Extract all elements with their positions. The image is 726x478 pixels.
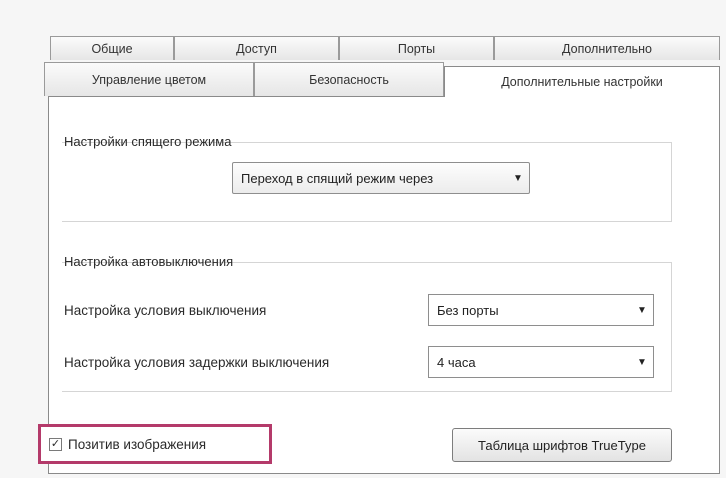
- image-positive-checkbox-highlight[interactable]: ✓ Позитив изображения: [38, 424, 272, 464]
- auto-off-title: Настройка автовыключения: [64, 254, 234, 269]
- chevron-down-icon: ▼: [637, 304, 647, 316]
- checkmark-icon: ✓: [50, 437, 61, 450]
- sleep-mode-select[interactable]: Переход в спящий режим через ▼: [232, 162, 530, 194]
- tab-additional[interactable]: Дополнительно: [494, 36, 720, 60]
- off-delay-value: 4 часа: [437, 354, 476, 370]
- chevron-down-icon: ▼: [637, 356, 647, 368]
- sleep-settings-title: Настройки спящего режима: [64, 134, 232, 149]
- tab-color-management[interactable]: Управление цветом: [44, 62, 254, 96]
- off-condition-value: Без порты: [437, 302, 499, 318]
- tab-access[interactable]: Доступ: [174, 36, 339, 60]
- image-positive-label[interactable]: Позитив изображения: [68, 437, 206, 452]
- off-delay-label: Настройка условия задержки выключения: [64, 355, 330, 370]
- image-positive-checkbox[interactable]: ✓: [49, 437, 62, 451]
- tab-security[interactable]: Безопасность: [254, 62, 444, 96]
- truetype-font-table-button[interactable]: Таблица шрифтов TrueType: [452, 428, 672, 462]
- off-delay-select[interactable]: 4 часа ▼: [428, 346, 654, 378]
- sleep-mode-select-value: Переход в спящий режим через: [241, 170, 434, 186]
- off-condition-label: Настройка условия выключения: [64, 303, 267, 318]
- tab-general[interactable]: Общие: [50, 36, 174, 60]
- off-condition-select[interactable]: Без порты ▼: [428, 294, 654, 326]
- chevron-down-icon: ▼: [513, 172, 523, 184]
- tab-ports[interactable]: Порты: [339, 36, 494, 60]
- printer-properties-dialog: Общие Доступ Порты Дополнительно Управле…: [0, 0, 726, 478]
- tab-advanced-settings[interactable]: Дополнительные настройки: [444, 66, 720, 97]
